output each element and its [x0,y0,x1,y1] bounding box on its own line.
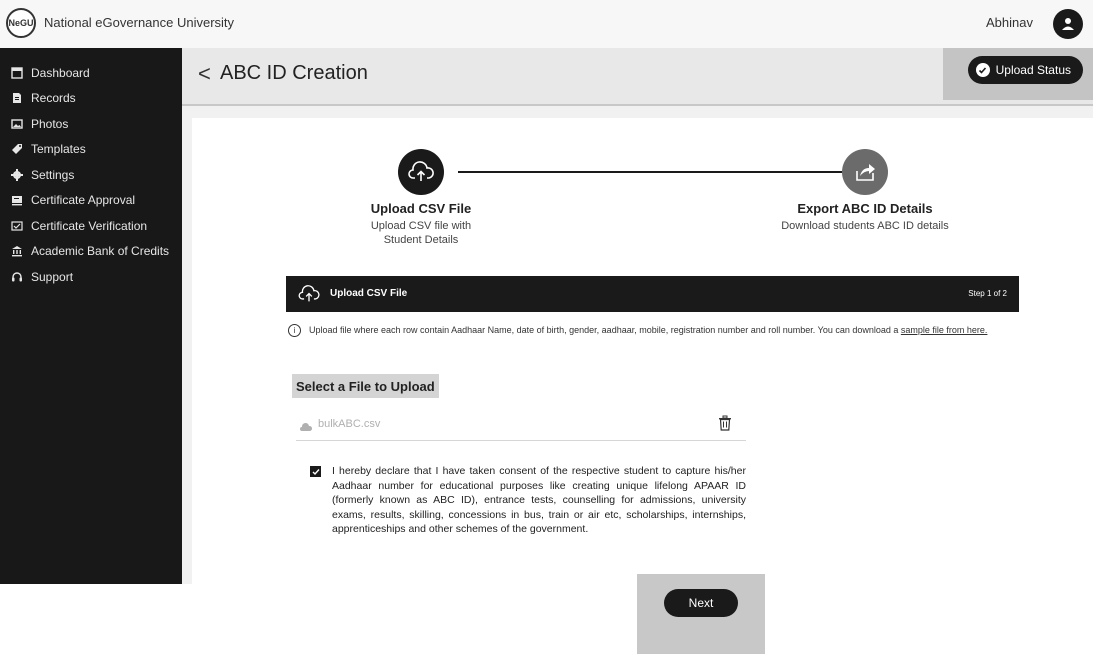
select-file-label: Select a File to Upload [292,374,439,398]
step-1-title: Upload CSV File [370,201,472,216]
step-indicator: Step 1 of 2 [968,289,1007,298]
info-text: Upload file where each row contain Aadha… [309,324,901,335]
sidebar-item-label: Certificate Verification [31,218,148,233]
dashboard-icon [10,66,24,80]
upload-bar-title: Upload CSV File [330,288,408,299]
sidebar-item-support[interactable]: Support [0,264,182,290]
sidebar-item-academic-bank-of-credits[interactable]: Academic Bank of Credits [0,239,182,265]
main-content: < ABC ID Creation Upload Status Upload C… [182,48,1093,654]
sidebar-item-label: Records [31,91,76,106]
user-avatar-icon[interactable] [1053,9,1083,39]
wizard-card: Upload CSV File Upload CSV file with Stu… [192,118,1093,654]
next-button[interactable]: Next [664,589,738,617]
sidebar-item-label: Settings [31,167,75,182]
stepper-connector [458,171,842,173]
settings-icon [10,168,24,182]
sidebar-item-label: Templates [31,142,86,157]
sample-file-link[interactable]: sample file from here. [901,325,988,335]
back-chevron-icon[interactable]: < [198,61,211,87]
sidebar-item-label: Certificate Approval [31,193,136,208]
step-1-desc-line1: Upload CSV file with [370,220,472,232]
sidebar-item-settings[interactable]: Settings [0,162,182,188]
templates-icon [10,142,24,156]
sidebar-item-label: Academic Bank of Credits [31,244,170,259]
university-logo[interactable]: NeGU [6,8,36,38]
headset-icon [10,270,24,284]
upload-status-button[interactable]: Upload Status [967,56,1083,84]
sidebar-item-dashboard[interactable]: Dashboard [0,60,182,86]
info-row: i Upload file where each row contain Aadh… [288,324,987,337]
top-bar: NeGU National eGovernance University Abh… [0,0,1093,49]
sidebar-item-certificate-approval[interactable]: Certificate Approval [0,188,182,214]
sidebar-item-photos[interactable]: Photos [0,111,182,137]
upload-status-area: Upload Status [943,48,1093,100]
sidebar-item-records[interactable]: Records [0,86,182,112]
step-1-cloud-upload-icon[interactable] [398,149,444,195]
sidebar-item-certificate-verification[interactable]: Certificate Verification [0,213,182,239]
user-name[interactable]: Abhinav [986,15,1033,30]
declaration-text: I hereby declare that I have taken conse… [332,465,746,535]
certificate-approval-icon [10,193,24,207]
upload-status-label: Upload Status [995,63,1071,77]
sidebar-item-label: Photos [31,116,69,131]
step-2-title: Export ABC ID Details [797,201,933,216]
step-2-export-icon[interactable] [842,149,888,195]
certificate-verification-icon [10,219,24,233]
trash-icon[interactable] [718,415,732,436]
upload-step-bar: Upload CSV File Step 1 of 2 [286,276,1019,312]
sidebar-item-templates[interactable]: Templates [0,137,182,163]
file-upload-field[interactable]: bulkABC.csv [296,410,746,441]
page-header: < ABC ID Creation Upload Status [182,48,1093,106]
step-2-desc: Download students ABC ID details [781,220,949,232]
sidebar-item-label: Dashboard [31,65,90,80]
records-icon [10,91,24,105]
sidebar: Dashboard Records Photos Templates Setti… [0,48,182,584]
bank-icon [10,244,24,258]
cloud-icon [300,419,313,437]
info-icon: i [288,324,301,337]
cloud-upload-icon [298,285,320,308]
step-1-desc-line2: Student Details [383,234,459,246]
page-title: ABC ID Creation [220,62,368,84]
photos-icon [10,117,24,131]
sidebar-item-label: Support [31,269,74,284]
check-circle-icon [975,63,990,77]
org-name: National eGovernance University [44,15,235,30]
declaration-checkbox[interactable] [310,466,321,477]
selected-file-name: bulkABC.csv [318,418,381,430]
